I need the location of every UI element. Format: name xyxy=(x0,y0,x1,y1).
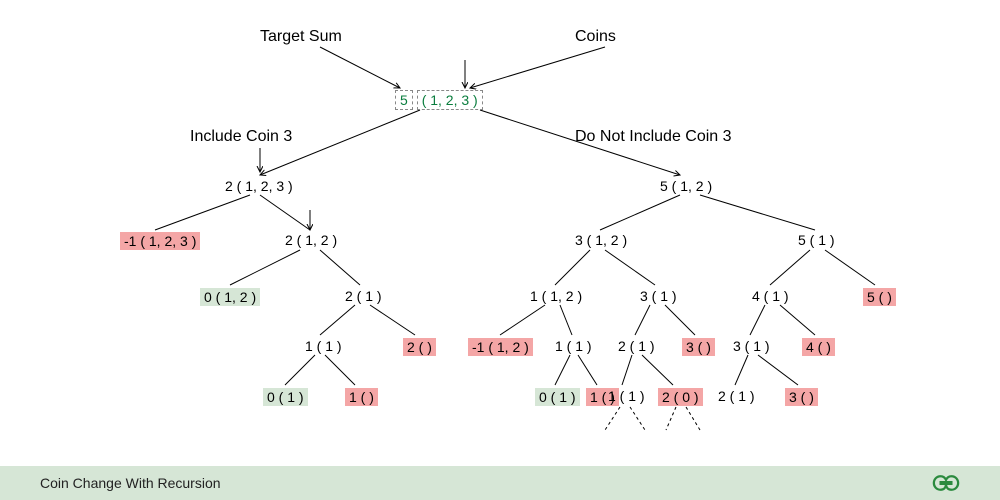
footer-title: Coin Change With Recursion xyxy=(40,475,221,491)
target-sum-label: Target Sum xyxy=(260,28,342,46)
node-5-1: 5 ( 1 ) xyxy=(798,232,835,248)
node-3-empty: 3 ( ) xyxy=(682,338,715,356)
node-3-empty-b: 3 ( ) xyxy=(785,388,818,406)
node-1-1: 1 ( 1 ) xyxy=(305,338,342,354)
exclude-label: Do Not Include Coin 3 xyxy=(575,128,732,146)
node-3-1b: 3 ( 1 ) xyxy=(733,338,770,354)
root-node: 5 ( 1, 2, 3 ) xyxy=(395,90,483,110)
node-0-1: 0 ( 1 ) xyxy=(263,388,308,406)
node-1-12: 1 ( 1, 2 ) xyxy=(530,288,582,304)
footer-bar: Coin Change With Recursion xyxy=(0,466,1000,500)
node-2-1c: 2 ( 1 ) xyxy=(718,388,755,404)
node-5-empty: 5 ( ) xyxy=(863,288,896,306)
node-3-1: 3 ( 1 ) xyxy=(640,288,677,304)
node-2-1: 2 ( 1 ) xyxy=(345,288,382,304)
node-2-1b: 2 ( 1 ) xyxy=(618,338,655,354)
node-1-empty: 1 ( ) xyxy=(345,388,378,406)
node-4-empty: 4 ( ) xyxy=(802,338,835,356)
node-3-12: 3 ( 1, 2 ) xyxy=(575,232,627,248)
node-2-0: 2 ( 0 ) xyxy=(658,388,703,406)
include-label: Include Coin 3 xyxy=(190,128,292,146)
coins-label: Coins xyxy=(575,28,616,46)
node-1-1c: 1 ( 1 ) xyxy=(608,388,645,404)
node-0-1b: 0 ( 1 ) xyxy=(535,388,580,406)
tree-edges xyxy=(0,0,1000,500)
node-5-12: 5 ( 1, 2 ) xyxy=(660,178,712,194)
node-neg1-12: -1 ( 1, 2 ) xyxy=(468,338,533,356)
root-coins: ( 1, 2, 3 ) xyxy=(417,90,483,110)
node-2-12: 2 ( 1, 2 ) xyxy=(285,232,337,248)
node-2-empty: 2 ( ) xyxy=(403,338,436,356)
root-sum: 5 xyxy=(395,90,413,110)
node-0-12: 0 ( 1, 2 ) xyxy=(200,288,260,306)
gfg-logo-icon xyxy=(932,474,960,492)
node-4-1: 4 ( 1 ) xyxy=(752,288,789,304)
node-neg1-123: -1 ( 1, 2, 3 ) xyxy=(120,232,200,250)
node-2-123: 2 ( 1, 2, 3 ) xyxy=(225,178,293,194)
node-1-1b: 1 ( 1 ) xyxy=(555,338,592,354)
